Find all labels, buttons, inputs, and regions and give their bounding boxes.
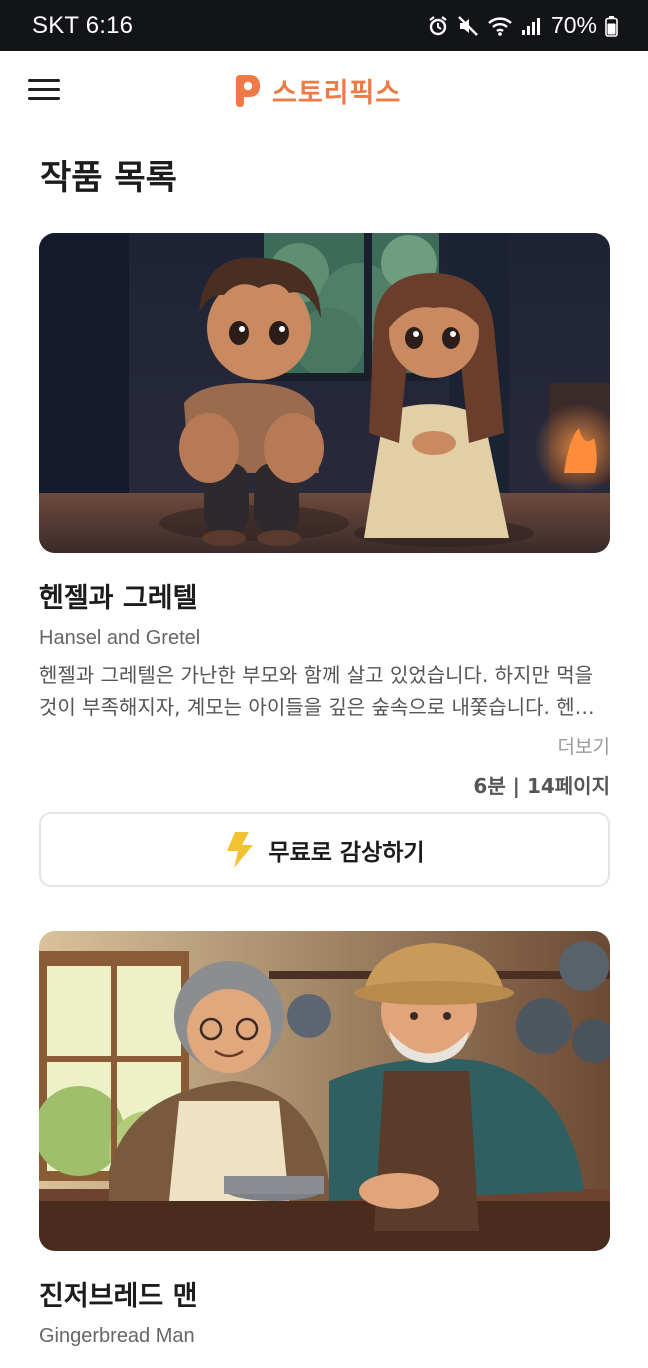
story-title[interactable]: 진저브레드 맨 [39,1274,197,1313]
brand-p-icon [236,74,260,107]
carrier-time: SKT 6:16 [32,11,134,39]
brand-logo[interactable]: 스토리픽스 [232,71,401,110]
hamburger-menu-icon[interactable] [26,75,62,105]
brand-name: 스토리픽스 [272,78,402,109]
app-header: 스토리픽스 [0,51,648,131]
page-title: 작품 목록 [40,158,177,198]
story-description: 헨젤과 그레텔은 가난한 부모와 함께 살고 있었습니다. 하지만 먹을 것이 … [39,663,594,719]
lightning-icon [227,831,254,868]
story-card: 헨젤과 그레텔 Hansel and Gretel 헨젤과 그레텔은 가난한 부… [39,233,610,887]
battery-percent: 70% [550,12,597,38]
story-meta: 6분 | 14페이지 [473,774,610,798]
watch-free-label: 무료로 감상하기 [268,839,425,866]
wifi-icon [487,15,513,37]
mute-icon [457,15,479,37]
story-cover-image[interactable] [39,233,610,553]
more-link[interactable]: 더보기 [558,732,610,759]
signal-icon [521,16,541,36]
alarm-icon [427,15,449,37]
status-bar: SKT 6:16 70% [0,0,648,51]
story-title[interactable]: 헨젤과 그레텔 [39,576,197,615]
story-cover-image[interactable] [39,931,610,1251]
story-subtitle: Gingerbread Man [39,1325,195,1347]
story-subtitle: Hansel and Gretel [39,627,201,649]
watch-free-button[interactable]: 무료로 감상하기 [39,812,610,887]
story-card: 진저브레드 맨 Gingerbread Man [39,931,610,1347]
battery-icon [605,15,618,37]
status-icons: 70% [427,12,618,39]
